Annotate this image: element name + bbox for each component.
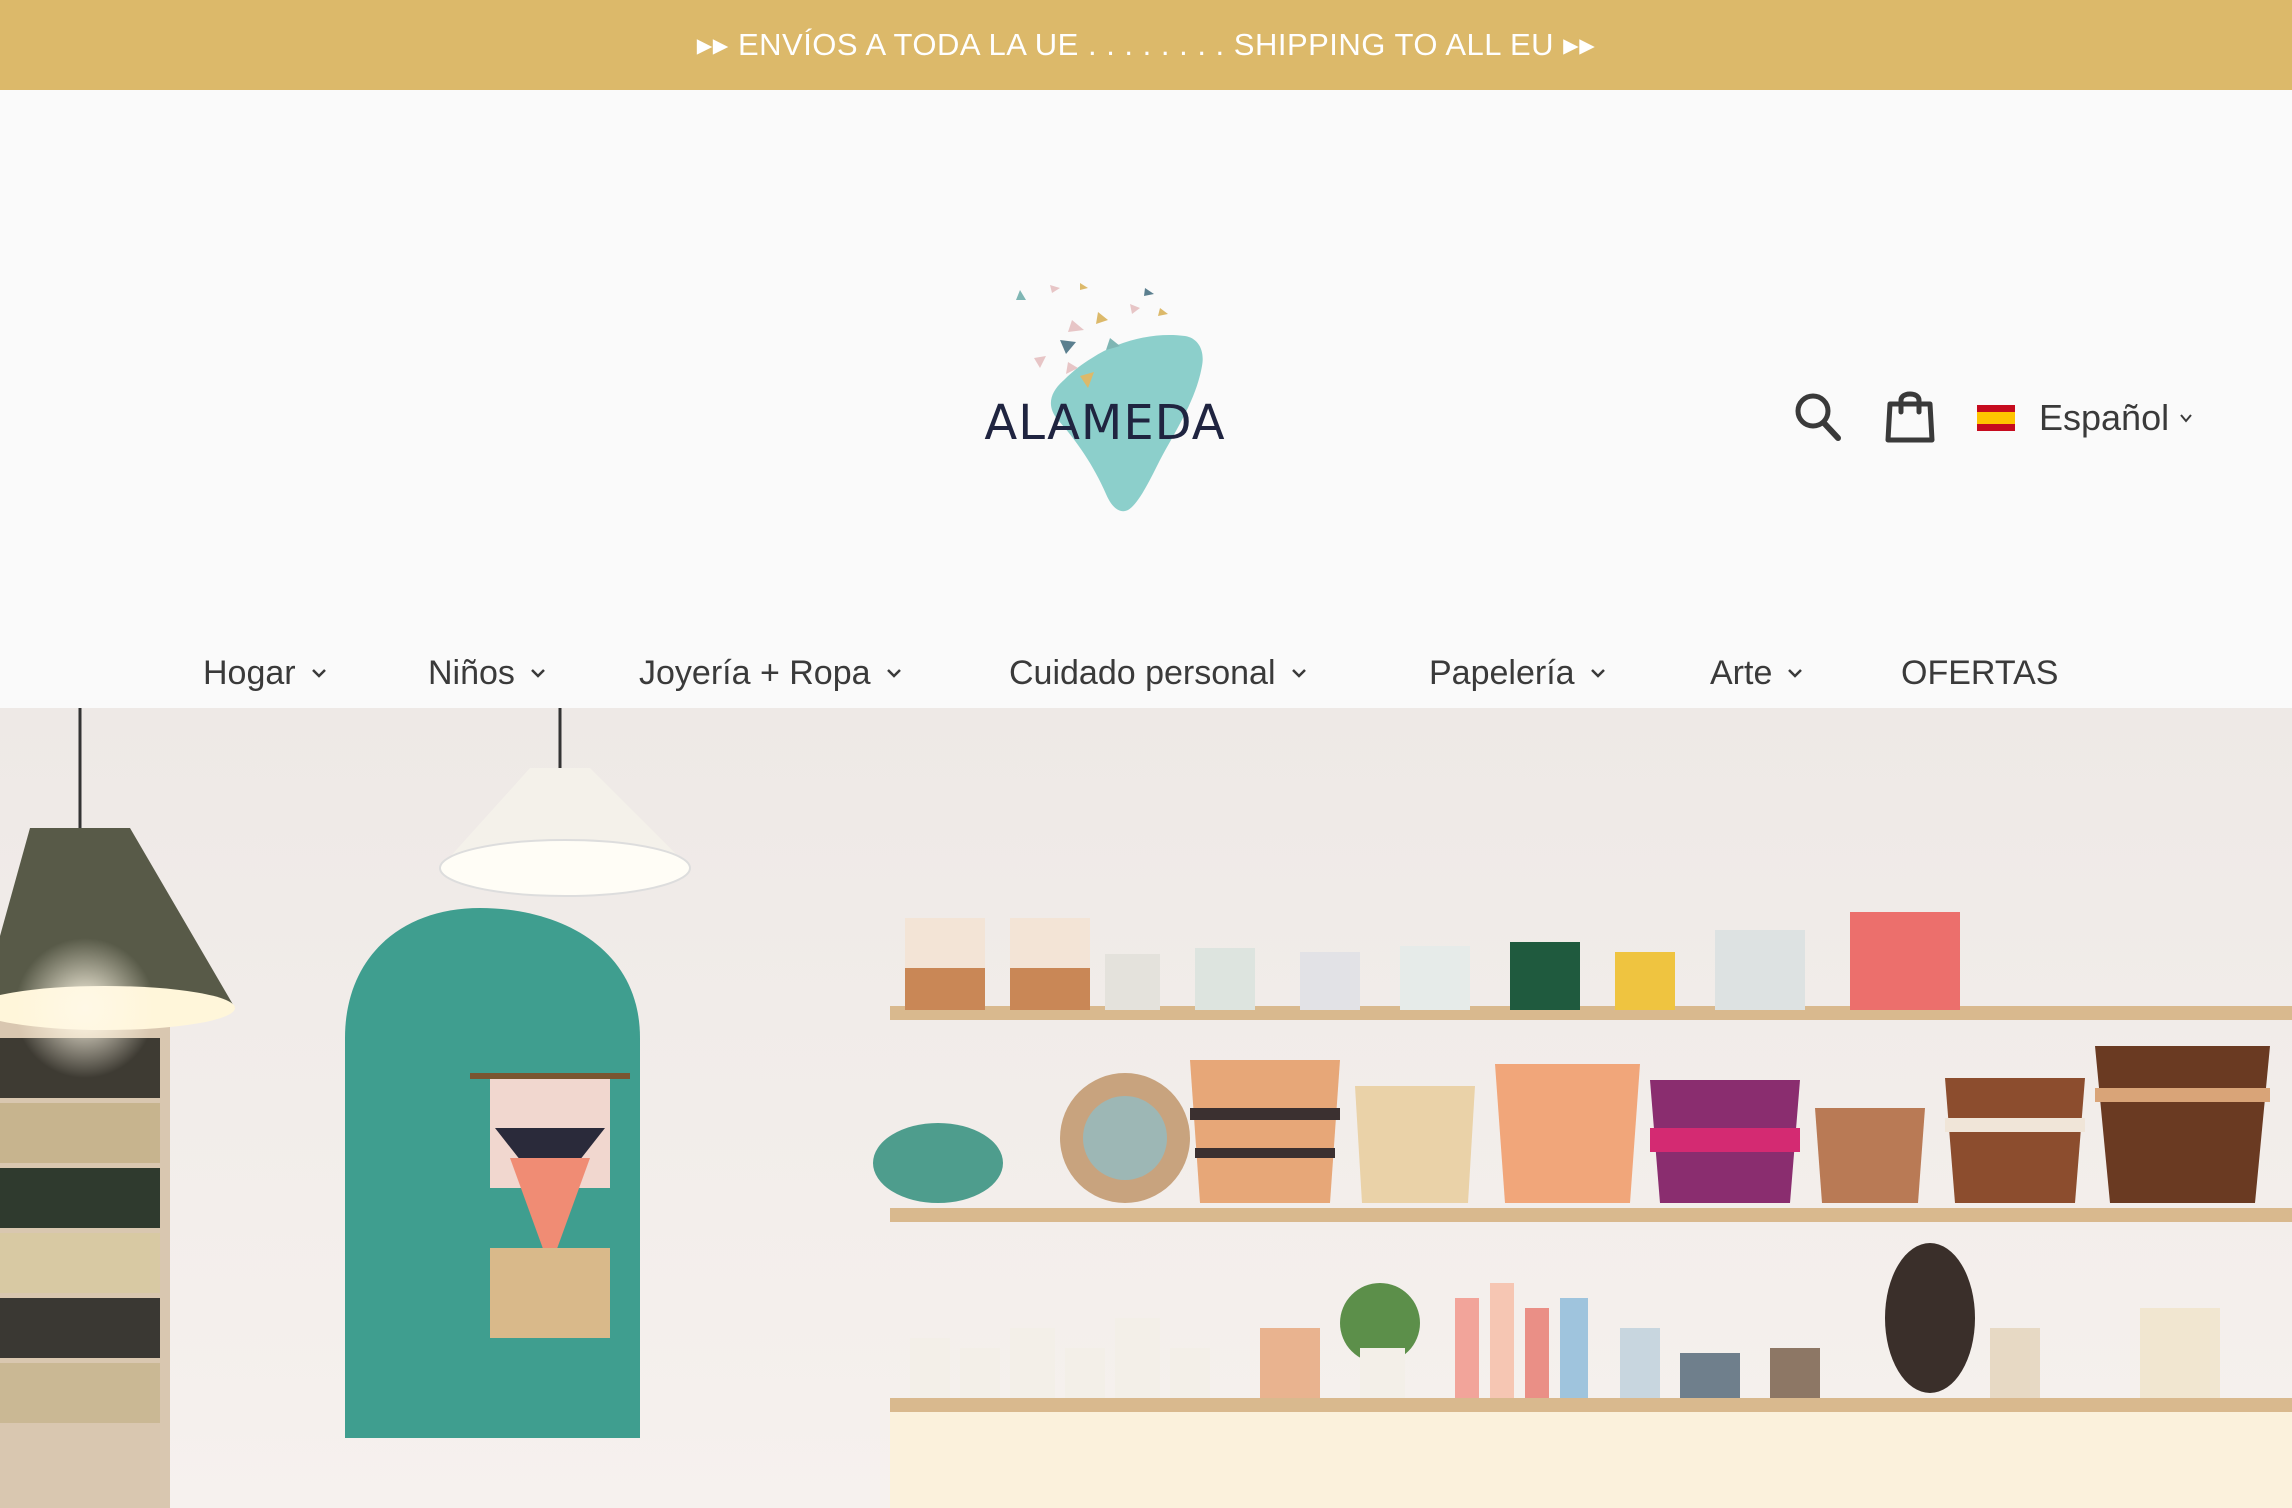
search-icon <box>1795 393 1841 441</box>
announcement-bar: ▸▸ ENVÍOS A TODA LA UE . . . . . . . . S… <box>0 0 2292 90</box>
brand-logo[interactable]: ALAMEDA <box>980 280 1230 520</box>
cart-button[interactable] <box>1884 386 1936 444</box>
nav-item-label: Joyería + Ropa <box>639 653 871 692</box>
chevron-down-icon <box>2180 414 2192 423</box>
nav-item-label: OFERTAS <box>1901 653 2059 692</box>
shopping-bag-icon <box>1885 391 1935 443</box>
nav-item-hogar[interactable]: Hogar <box>203 645 328 701</box>
hero-image[interactable] <box>0 708 2292 1508</box>
search-button[interactable] <box>1793 390 1843 444</box>
main-navigation: Hogar Niños Joyería + Ropa Cuidado perso… <box>0 645 2292 705</box>
nav-item-joyeria-ropa[interactable]: Joyería + Ropa <box>639 645 903 701</box>
chevron-down-icon <box>531 669 545 678</box>
announcement-text: ▸▸ ENVÍOS A TODA LA UE . . . . . . . . S… <box>696 27 1596 62</box>
nav-item-ninos[interactable]: Niños <box>428 645 547 701</box>
nav-item-label: Hogar <box>203 653 296 692</box>
chevron-down-icon <box>311 669 326 678</box>
nav-item-ofertas[interactable]: OFERTAS <box>1901 645 2058 701</box>
shop-interior-illustration <box>0 708 2292 1508</box>
nav-item-arte[interactable]: Arte <box>1710 645 1804 701</box>
chevron-down-icon <box>1291 669 1306 678</box>
site-header: ALAMEDA Español Hogar Niños Joyería + Ro… <box>0 90 2292 708</box>
language-selector[interactable]: Español <box>1977 394 2193 442</box>
chevron-down-icon <box>886 669 901 678</box>
nav-item-label: Cuidado personal <box>1009 653 1276 692</box>
chevron-down-icon <box>1590 669 1605 678</box>
nav-item-cuidado-personal[interactable]: Cuidado personal <box>1009 645 1308 701</box>
logo-text: ALAMEDA <box>984 395 1226 451</box>
chevron-down-icon <box>1788 669 1803 678</box>
language-label: Español <box>2039 397 2170 438</box>
nav-item-label: Niños <box>428 653 515 692</box>
spain-flag-icon <box>1977 405 2015 431</box>
nav-item-papeleria[interactable]: Papelería <box>1429 645 1607 701</box>
nav-item-label: Arte <box>1710 653 1773 692</box>
nav-item-label: Papelería <box>1429 653 1575 692</box>
